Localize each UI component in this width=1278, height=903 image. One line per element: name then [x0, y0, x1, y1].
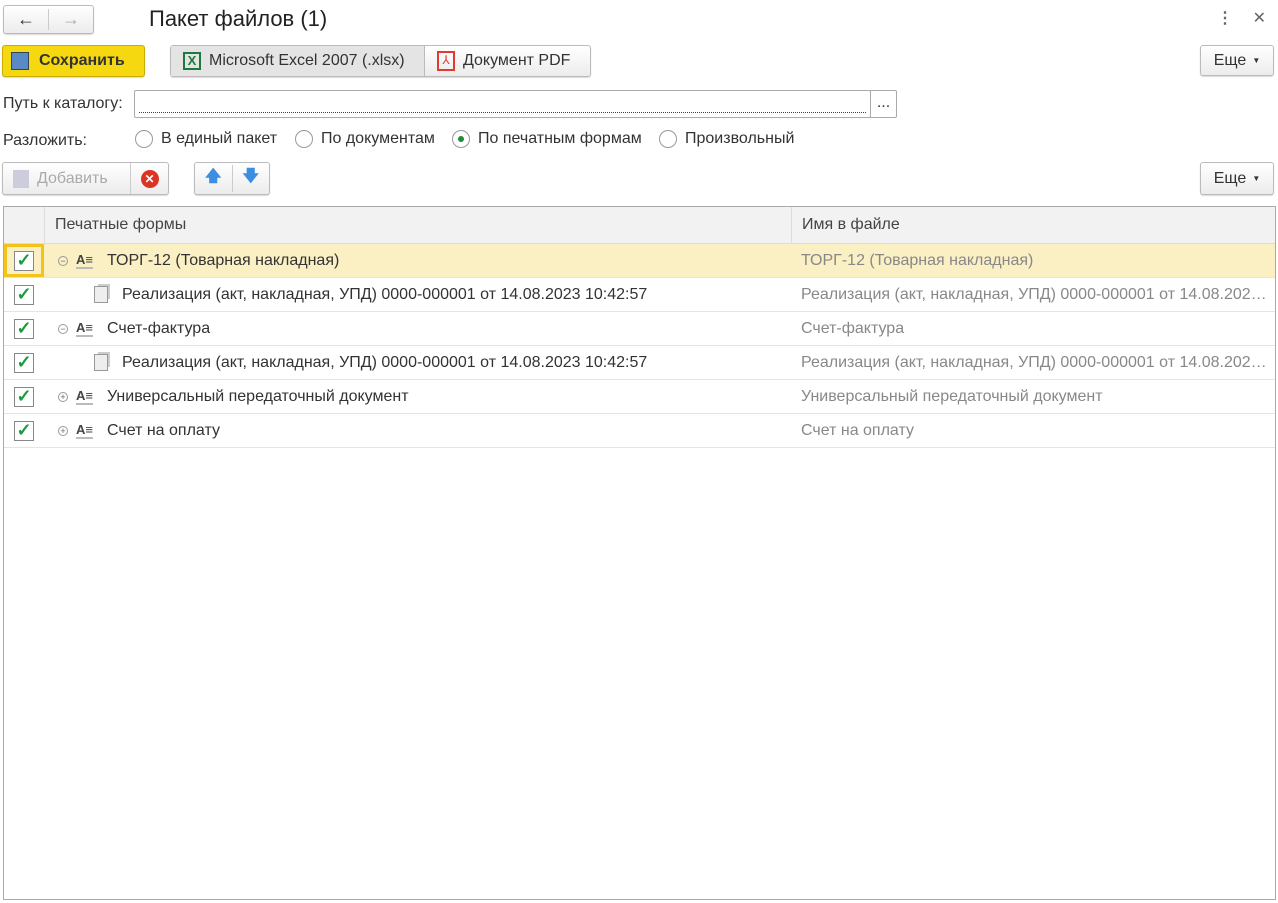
row-checkbox[interactable]: ✓ — [4, 244, 44, 277]
radio-by-print-forms[interactable]: По печатным формам — [452, 130, 642, 148]
row-name: Счет-фактура — [106, 319, 211, 337]
row-file-name: Счет-фактура — [801, 319, 905, 337]
move-up-icon[interactable]: 🡅 — [195, 165, 233, 192]
path-label: Путь к каталогу: — [3, 95, 123, 112]
radio-single-package[interactable]: В единый пакет — [135, 130, 277, 148]
forward-button[interactable]: → — [48, 9, 93, 30]
collapse-icon[interactable]: − — [58, 323, 68, 334]
row-file-name: Реализация (акт, накладная, УПД) 0000-00… — [801, 285, 1275, 303]
more-button[interactable]: Еще ▼ — [1200, 45, 1274, 76]
row-name: Универсальный передаточный документ — [106, 387, 409, 405]
document-icon — [94, 286, 108, 303]
row-file-name: Универсальный передаточный документ — [801, 387, 1103, 405]
close-icon[interactable]: ✕ — [1253, 8, 1266, 28]
add-button[interactable]: Добавить — [3, 163, 131, 194]
column-print-forms[interactable]: Печатные формы — [45, 207, 792, 243]
move-down-icon[interactable]: 🡇 — [233, 165, 270, 192]
save-button[interactable]: Сохранить — [2, 45, 145, 77]
table-row[interactable]: ✓ Реализация (акт, накладная, УПД) 0000-… — [4, 278, 1275, 312]
format-pdf[interactable]: ⅄ Документ PDF — [425, 46, 582, 76]
excel-icon: X — [183, 52, 201, 70]
move-group: 🡅 🡇 — [194, 162, 270, 195]
column-file-name[interactable]: Имя в файле — [792, 207, 1275, 243]
radio-custom[interactable]: Произвольный — [659, 130, 794, 148]
pdf-icon: ⅄ — [437, 51, 455, 71]
row-checkbox[interactable]: ✓ — [4, 380, 44, 413]
table-row[interactable]: ✓ − A≡ Счет-фактура Счет-фактура — [4, 312, 1275, 346]
checkmark-icon: ✓ — [14, 352, 34, 373]
checkmark-icon: ✓ — [14, 318, 34, 339]
nav-buttons: ← → — [3, 5, 94, 34]
format-excel[interactable]: X Microsoft Excel 2007 (.xlsx) — [171, 46, 425, 76]
table-row[interactable]: ✓ − A≡ ТОРГ-12 (Товарная накладная) ТОРГ-1… — [4, 244, 1275, 278]
delete-icon: ✕ — [140, 169, 159, 188]
row-checkbox[interactable]: ✓ — [4, 278, 44, 311]
row-name: Счет на оплату — [106, 421, 220, 439]
delete-button[interactable]: ✕ — [131, 169, 168, 188]
checkmark-icon: ✓ — [14, 250, 34, 271]
row-file-name: Реализация (акт, накладная, УПД) 0000-00… — [801, 353, 1275, 371]
table-row[interactable]: ✓ + A≡ Универсальный передаточный документ… — [4, 380, 1275, 414]
row-name: Реализация (акт, накладная, УПД) 0000-00… — [122, 285, 648, 303]
format-switch: X Microsoft Excel 2007 (.xlsx) ⅄ Документ … — [170, 45, 591, 77]
path-input[interactable] — [134, 90, 871, 118]
checkmark-icon: ✓ — [14, 420, 34, 441]
row-checkbox[interactable]: ✓ — [4, 414, 44, 447]
checkmark-icon: ✓ — [14, 284, 34, 305]
floppy-icon — [11, 52, 29, 70]
row-checkbox[interactable]: ✓ — [4, 346, 44, 379]
print-form-icon: A≡ — [76, 388, 93, 405]
back-button[interactable]: ← — [4, 9, 48, 30]
checkmark-icon: ✓ — [14, 386, 34, 407]
row-name: Реализация (акт, накладная, УПД) 0000-00… — [122, 353, 648, 371]
row-name: ТОРГ-12 (Товарная накладная) — [106, 251, 340, 269]
more-options-icon[interactable]: ⋮ — [1217, 8, 1233, 28]
collapse-icon[interactable]: − — [58, 255, 68, 266]
list-more-button[interactable]: Еще ▼ — [1200, 162, 1274, 195]
print-form-icon: A≡ — [76, 320, 93, 337]
print-form-icon: A≡ — [76, 252, 93, 269]
copy-icon — [13, 169, 29, 188]
expand-icon[interactable]: + — [58, 391, 68, 402]
row-file-name: ТОРГ-12 (Товарная накладная) — [801, 251, 1034, 269]
split-label: Разложить: — [3, 132, 87, 149]
browse-button[interactable]: ... — [870, 90, 897, 118]
table-row[interactable]: ✓ Реализация (акт, накладная, УПД) 0000-… — [4, 346, 1275, 380]
row-file-name: Счет на оплату — [801, 421, 914, 439]
expand-icon[interactable]: + — [58, 425, 68, 436]
print-form-icon: A≡ — [76, 422, 93, 439]
print-forms-table: Печатные формы Имя в файле ✓ − A≡ ТОРГ-12 (… — [3, 206, 1276, 900]
document-icon — [94, 354, 108, 371]
page-title: Пакет файлов (1) — [149, 6, 328, 31]
table-header: Печатные формы Имя в файле — [4, 207, 1275, 244]
row-checkbox[interactable]: ✓ — [4, 312, 44, 345]
add-group: Добавить ✕ — [2, 162, 169, 195]
table-row[interactable]: ✓ + A≡ Счет на оплату Счет на оплату — [4, 414, 1275, 448]
radio-by-documents[interactable]: По документам — [295, 130, 435, 148]
